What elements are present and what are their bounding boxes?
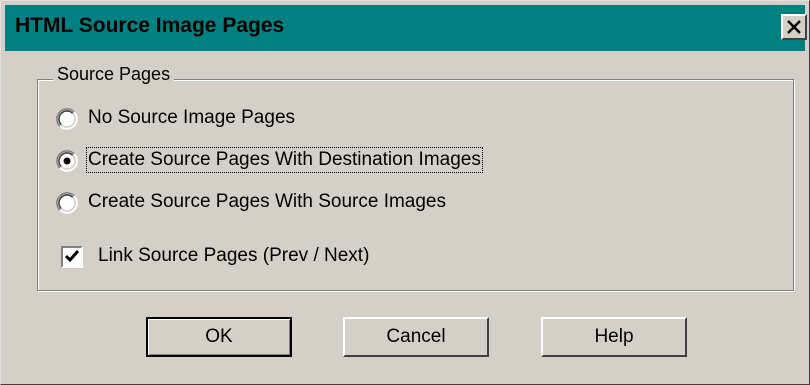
radio-label: No Source Image Pages (88, 107, 296, 128)
title-bar[interactable]: HTML Source Image Pages (5, 5, 807, 51)
help-button[interactable]: Help (541, 317, 687, 357)
ok-button[interactable]: OK (146, 317, 292, 357)
radio-label: Create Source Pages With Source Images (88, 191, 447, 212)
checkbox-label: Link Source Pages (Prev / Next) (98, 245, 370, 266)
checkmark-icon (64, 250, 80, 263)
link-pages-checkbox[interactable] (61, 246, 83, 268)
radio-icon[interactable] (56, 192, 78, 214)
window-title: HTML Source Image Pages (15, 14, 285, 37)
groupbox-label: Source Pages (53, 64, 175, 85)
dialog-window: HTML Source Image Pages Source Pages No … (0, 0, 810, 385)
radio-selected-icon[interactable] (56, 150, 78, 172)
radio-label: Create Source Pages With Destination Ima… (86, 147, 483, 173)
cancel-button[interactable]: Cancel (343, 317, 489, 357)
radio-icon[interactable] (56, 108, 78, 130)
close-button[interactable] (781, 14, 807, 40)
close-icon (787, 20, 801, 34)
